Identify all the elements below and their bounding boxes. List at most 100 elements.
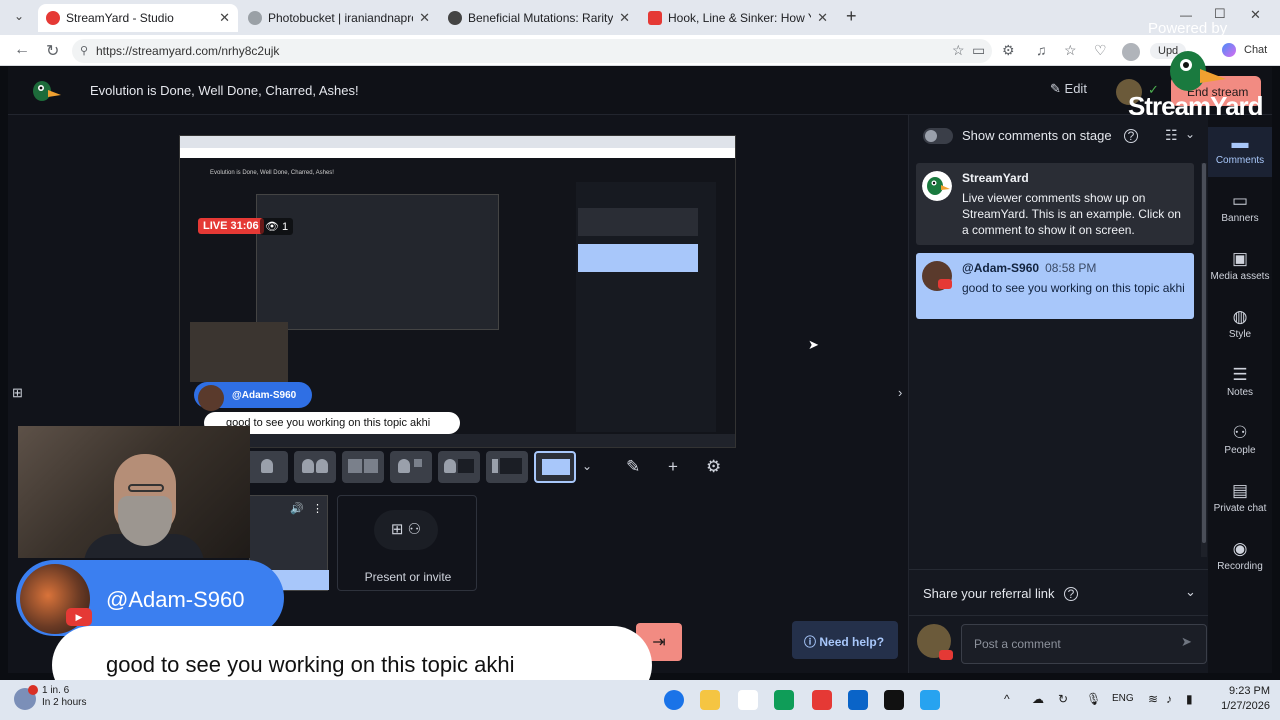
help-icon[interactable]: ? bbox=[1124, 129, 1138, 143]
settings-gear-icon[interactable]: ⚙ bbox=[706, 457, 721, 477]
streamyard-duck-logo-icon bbox=[33, 81, 61, 101]
extensions-icon[interactable]: ⚙ bbox=[1002, 42, 1015, 59]
store-icon[interactable] bbox=[774, 690, 794, 710]
rail-item-banners[interactable]: ▭ Banners bbox=[1208, 185, 1272, 235]
media-icon[interactable]: ♫ bbox=[1036, 42, 1047, 58]
tile-icon bbox=[348, 459, 362, 473]
tab-close-icon[interactable]: ✕ bbox=[219, 10, 230, 26]
sync-icon[interactable]: ↻ bbox=[1058, 692, 1068, 706]
chat-button[interactable]: Chat bbox=[1244, 44, 1267, 56]
tab-photobucket[interactable]: Photobucket | iraniandnaproject22 ✕ bbox=[240, 4, 438, 32]
rail-item-recording[interactable]: ◉ Recording bbox=[1208, 533, 1272, 583]
file-explorer-icon[interactable] bbox=[700, 690, 720, 710]
mini-taskbar bbox=[180, 434, 735, 447]
expand-chevron-icon[interactable]: ⌄ bbox=[1185, 584, 1196, 600]
tab-beneficial-mutations[interactable]: Beneficial Mutations: Rarity and Lo ✕ bbox=[440, 4, 638, 32]
edit-button[interactable]: ✎ Edit bbox=[1050, 81, 1087, 97]
layout-solo-button[interactable] bbox=[246, 451, 288, 483]
layout-news-button[interactable] bbox=[438, 451, 480, 483]
more-layouts-chevron-icon[interactable]: ⌄ bbox=[582, 459, 592, 473]
microphone-icon[interactable]: 🎙 bbox=[1086, 692, 1101, 706]
comment-icon: ▬ bbox=[1231, 133, 1249, 152]
rail-item-media-assets[interactable]: ▣ Media assets bbox=[1208, 243, 1272, 293]
clock-date[interactable]: 1/27/2026 bbox=[1208, 700, 1270, 712]
close-window-icon[interactable]: ✕ bbox=[1250, 7, 1261, 23]
tray-chevron-icon[interactable]: ^ bbox=[1004, 692, 1010, 706]
layout-screen-thumbnail-button[interactable] bbox=[486, 451, 528, 483]
add-person-icon: ⚇ bbox=[407, 521, 422, 538]
new-tab-plus-icon[interactable]: + bbox=[846, 6, 857, 27]
broadcast-title[interactable]: Evolution is Done, Well Done, Charred, A… bbox=[90, 83, 359, 98]
layout-group-button[interactable] bbox=[294, 451, 336, 483]
x-app-icon[interactable] bbox=[884, 690, 904, 710]
layout-grid-icon[interactable]: ⊞ bbox=[12, 385, 23, 401]
referral-label: Share your referral link bbox=[923, 586, 1055, 601]
pencil-edit-icon[interactable]: ✎ bbox=[626, 457, 640, 477]
person-icon bbox=[492, 459, 498, 473]
add-plus-icon[interactable]: + bbox=[668, 457, 678, 477]
language-indicator[interactable]: ENG bbox=[1112, 693, 1134, 704]
present-or-invite-card[interactable]: ⊞ ⚇ Present or invite bbox=[337, 495, 477, 591]
rail-item-private-chat[interactable]: ▤ Private chat bbox=[1208, 475, 1272, 525]
show-comments-toggle[interactable] bbox=[923, 128, 953, 144]
rail-item-notes[interactable]: ☰ Notes bbox=[1208, 359, 1272, 409]
layout-side-by-side-button[interactable] bbox=[342, 451, 384, 483]
rail-item-style[interactable]: ◍ Style bbox=[1208, 301, 1272, 351]
help-icon[interactable]: ? bbox=[1064, 587, 1078, 601]
tab-streamyard-studio[interactable]: StreamYard - Studio ✕ bbox=[38, 4, 238, 32]
onedrive-icon[interactable]: ☁ bbox=[1032, 692, 1044, 706]
bookmark-star-icon[interactable]: ☆ bbox=[952, 42, 965, 59]
comment-author: StreamYard bbox=[962, 171, 1029, 185]
edge-icon[interactable] bbox=[664, 690, 684, 710]
stage-screen-share[interactable]: Evolution is Done, Well Done, Charred, A… bbox=[179, 135, 736, 448]
notepad-icon[interactable] bbox=[920, 690, 940, 710]
referral-link-row[interactable]: Share your referral link ? ⌄ bbox=[909, 569, 1209, 615]
favorites-icon[interactable]: ☆ bbox=[1064, 42, 1077, 59]
rail-item-comments[interactable]: ▬ Comments bbox=[1208, 127, 1272, 177]
tab-list-chevron-icon[interactable]: ⌄ bbox=[14, 9, 24, 23]
mini-comment-highlight bbox=[578, 244, 698, 272]
youtube-app-icon[interactable] bbox=[812, 690, 832, 710]
profile-avatar-icon[interactable] bbox=[1122, 43, 1140, 61]
tab-hook-line-sinker[interactable]: Hook, Line & Sinker: How YouTube ✕ bbox=[640, 4, 836, 32]
lower-third-name: @Adam-S960 bbox=[106, 587, 245, 612]
banner-icon: ▭ bbox=[1231, 191, 1249, 210]
volume-icon[interactable]: 🔊 bbox=[290, 502, 304, 515]
tab-close-icon[interactable]: ✕ bbox=[419, 10, 430, 26]
person-icon bbox=[261, 459, 273, 473]
outlook-icon[interactable] bbox=[848, 690, 868, 710]
tab-close-icon[interactable]: ✕ bbox=[619, 10, 630, 26]
weather-widget[interactable]: 1 in. 6 In 2 hours bbox=[42, 685, 86, 709]
tab-close-icon[interactable]: ✕ bbox=[817, 10, 828, 26]
powered-by-label: Powered by bbox=[1148, 20, 1228, 37]
battery-icon[interactable]: ▮ bbox=[1186, 692, 1193, 706]
back-arrow-icon[interactable]: ← bbox=[14, 41, 30, 59]
rail-item-people[interactable]: ⚇ People bbox=[1208, 417, 1272, 467]
collapse-panel-chevron-icon[interactable]: › bbox=[898, 385, 902, 400]
post-comment-input[interactable] bbox=[961, 624, 1207, 664]
scrollbar-thumb[interactable] bbox=[1202, 163, 1206, 543]
browser-address-bar: ← ↻ ⚲ https://streamyard.com/nrhy8c2ujk … bbox=[0, 35, 1280, 66]
live-timer-badge: LIVE 31:06 bbox=[198, 218, 264, 234]
filter-sliders-icon[interactable]: ☷ bbox=[1165, 127, 1178, 144]
volume-icon[interactable]: ♪ bbox=[1166, 692, 1172, 706]
layout-leader-button[interactable] bbox=[390, 451, 432, 483]
clock-time[interactable]: 9:23 PM bbox=[1218, 685, 1270, 697]
wifi-icon[interactable]: ≋ bbox=[1148, 692, 1158, 706]
reload-icon[interactable]: ↻ bbox=[46, 41, 59, 61]
send-icon[interactable]: ➤ bbox=[1181, 634, 1192, 650]
filter-chevron-icon[interactable]: ⌄ bbox=[1185, 127, 1195, 141]
health-icon[interactable]: ♡ bbox=[1094, 42, 1107, 59]
more-vertical-icon[interactable]: ⋮ bbox=[312, 502, 323, 515]
layout-fullscreen-button[interactable] bbox=[534, 451, 576, 483]
camera-icon[interactable]: ▭ bbox=[972, 42, 985, 59]
url-field[interactable]: ⚲ https://streamyard.com/nrhy8c2ujk bbox=[72, 39, 992, 63]
need-help-button[interactable]: ⓘ Need help? bbox=[792, 621, 898, 659]
comment-item[interactable]: @Adam-S960 08:58 PM good to see you worki… bbox=[916, 253, 1194, 319]
comment-item[interactable]: StreamYard Live viewer comments show up … bbox=[916, 163, 1194, 245]
studio-right-rail: ▬ Comments ▭ Banners ▣ Media assets ◍ Style ☰ Not… bbox=[1208, 115, 1272, 673]
rail-item-label: Recording bbox=[1217, 561, 1263, 572]
amazon-icon[interactable] bbox=[738, 690, 758, 710]
browser-tab-bar: ⌄ StreamYard - Studio ✕ Photobucket | ir… bbox=[0, 0, 1280, 35]
comments-scrollbar[interactable] bbox=[1201, 163, 1207, 557]
